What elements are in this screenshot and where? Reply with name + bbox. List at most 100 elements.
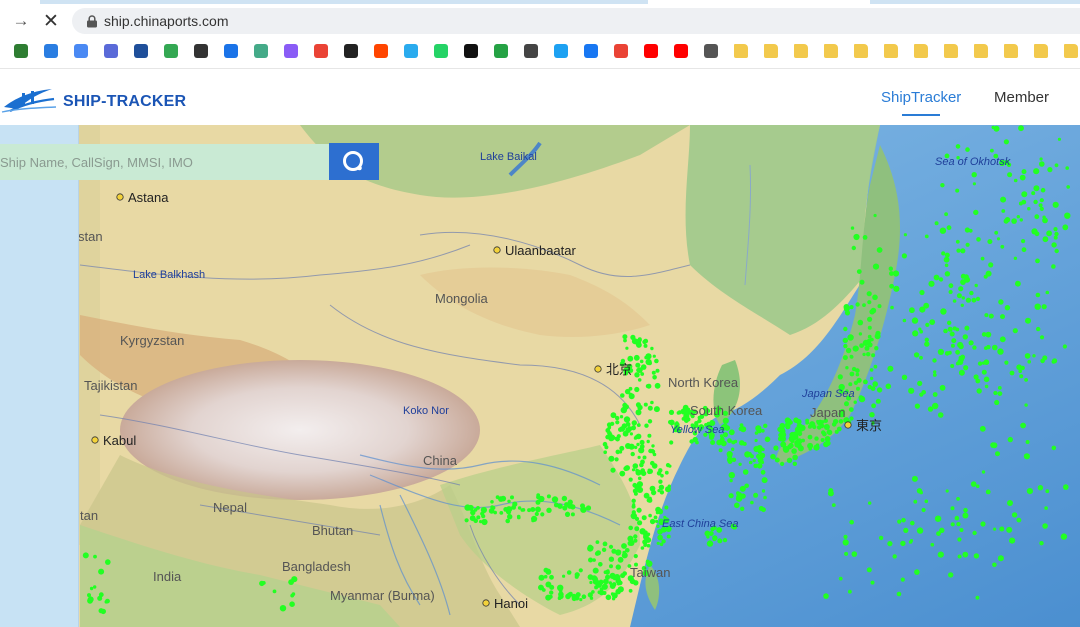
ship-marker <box>1038 203 1043 208</box>
bookmark-icon[interactable] <box>134 44 148 58</box>
bookmark-icon[interactable] <box>464 44 478 58</box>
bookmark-folder-icon[interactable] <box>824 44 838 58</box>
ship-marker <box>651 463 658 469</box>
bookmark-icon[interactable] <box>554 44 568 58</box>
ship-marker <box>93 585 97 589</box>
ship-marker <box>975 296 981 301</box>
bookmark-icon[interactable] <box>164 44 178 58</box>
ship-marker <box>761 477 768 484</box>
chinaports-logo[interactable] <box>0 81 58 117</box>
bookmark-icon[interactable] <box>614 44 628 58</box>
bookmark-icon[interactable] <box>644 44 658 58</box>
ship-marker <box>946 225 952 231</box>
ship-marker <box>601 583 608 590</box>
search-input[interactable] <box>0 144 322 180</box>
nav-shiptracker[interactable]: ShipTracker <box>881 89 961 106</box>
search-button[interactable] <box>329 143 379 180</box>
ship-marker <box>729 478 733 483</box>
ship-marker <box>845 347 852 354</box>
bookmark-icon[interactable] <box>14 44 28 58</box>
ship-marker <box>643 343 648 348</box>
bookmark-folder-icon[interactable] <box>1004 44 1018 58</box>
ship-marker <box>507 514 513 520</box>
bookmark-icon[interactable] <box>404 44 418 58</box>
ship-marker <box>517 506 522 510</box>
ship-marker <box>868 501 872 505</box>
bookmark-folder-icon[interactable] <box>854 44 868 58</box>
ship-marker <box>912 330 919 337</box>
bookmark-icon[interactable] <box>494 44 508 58</box>
ship-marker <box>1039 161 1045 167</box>
url-text[interactable]: ship.chinaports.com <box>104 13 229 29</box>
bookmark-icon[interactable] <box>524 44 538 58</box>
stop-loading-icon[interactable]: ✕ <box>40 10 62 32</box>
ship-marker <box>653 515 658 520</box>
ship-marker <box>1016 215 1020 219</box>
ship-marker <box>659 490 665 495</box>
ship-marker <box>1036 326 1041 332</box>
ship-marker <box>937 412 944 418</box>
nav-member[interactable]: Member <box>994 89 1049 106</box>
bookmark-icon[interactable] <box>44 44 58 58</box>
bookmark-folder-icon[interactable] <box>974 44 988 58</box>
bookmark-icon[interactable] <box>104 44 118 58</box>
ship-marker <box>974 283 978 288</box>
ship-marker <box>1026 488 1033 495</box>
bookmark-folder-icon[interactable] <box>914 44 928 58</box>
bookmark-icon[interactable] <box>194 44 208 58</box>
bookmark-icon[interactable] <box>674 44 688 58</box>
ship-marker <box>610 412 617 419</box>
ship-marker <box>950 522 955 527</box>
bookmark-icon[interactable] <box>434 44 448 58</box>
bookmark-icon[interactable] <box>344 44 358 58</box>
bookmark-icon[interactable] <box>584 44 598 58</box>
ship-marker <box>1003 139 1010 145</box>
bookmark-folder-icon[interactable] <box>944 44 958 58</box>
ship-marker <box>900 577 905 582</box>
ship-marker <box>858 332 863 336</box>
ship-marker <box>956 497 960 501</box>
ship-marker <box>792 461 797 466</box>
search-box <box>0 144 330 180</box>
ship-marker <box>1024 378 1028 382</box>
ship-marker <box>625 346 629 350</box>
bookmark-folder-icon[interactable] <box>1064 44 1078 58</box>
bookmark-icon[interactable] <box>284 44 298 58</box>
ship-marker <box>1037 485 1044 491</box>
bookmark-icon[interactable] <box>704 44 718 58</box>
ship-marker <box>566 511 570 516</box>
bookmark-icon[interactable] <box>374 44 388 58</box>
ship-marker <box>639 444 645 449</box>
ship-marker <box>760 469 766 475</box>
bookmark-folder-icon[interactable] <box>884 44 898 58</box>
bookmark-folder-icon[interactable] <box>734 44 748 58</box>
bookmark-icon[interactable] <box>74 44 88 58</box>
ship-marker <box>957 554 962 559</box>
bookmark-folder-icon[interactable] <box>764 44 778 58</box>
ship-marker <box>623 416 631 423</box>
ship-marker <box>1004 305 1011 311</box>
ship-marker <box>877 304 882 309</box>
forward-arrow-icon[interactable]: → <box>10 10 32 32</box>
bookmark-icon[interactable] <box>314 44 328 58</box>
bookmark-icon[interactable] <box>254 44 268 58</box>
ship-marker <box>658 484 665 490</box>
ship-marker <box>722 537 728 543</box>
ship-map[interactable]: Astana Ulaanbaatar 北京 Kabul 東京 Hanoi Lak… <box>0 125 1080 627</box>
ship-marker <box>684 418 689 423</box>
ship-marker <box>1021 191 1028 198</box>
bookmark-icon[interactable] <box>224 44 238 58</box>
ship-marker <box>521 508 526 512</box>
ship-marker <box>909 307 915 314</box>
brand-title[interactable]: SHIP-TRACKER <box>63 93 186 111</box>
bookmark-folder-icon[interactable] <box>794 44 808 58</box>
ship-marker <box>479 520 483 524</box>
ship-marker <box>1016 364 1022 370</box>
ship-marker <box>697 418 702 424</box>
ship-marker <box>548 594 553 599</box>
ship-marker <box>856 386 860 391</box>
ship-marker <box>1039 335 1045 340</box>
bookmark-folder-icon[interactable] <box>1034 44 1048 58</box>
ship-marker <box>831 503 836 507</box>
ship-marker <box>93 554 97 559</box>
